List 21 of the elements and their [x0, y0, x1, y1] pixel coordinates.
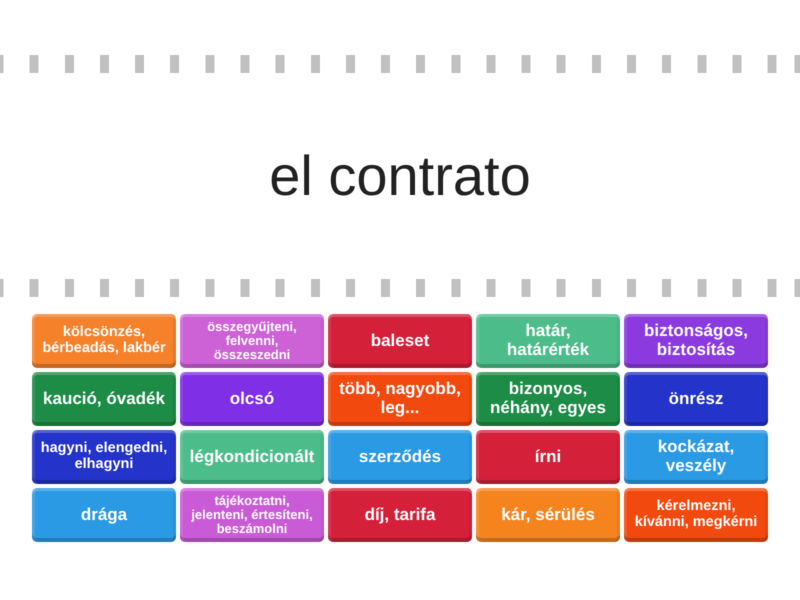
answer-button[interactable]: több, nagyobb, leg... — [328, 372, 472, 426]
answer-button[interactable]: összegyűjteni, felvenni, összeszedni — [180, 314, 324, 368]
answer-button[interactable]: kár, sérülés — [476, 488, 620, 542]
answer-button[interactable]: biztonságos, biztosítás — [624, 314, 768, 368]
question-text: el contrato — [269, 143, 531, 210]
answer-button[interactable]: tájékoztatni, jelenteni, értesíteni, beszámolni — [180, 488, 324, 542]
answer-button[interactable]: drága — [32, 488, 176, 542]
answer-button[interactable]: kölcsönzés, bérbeadás, lakbér — [32, 314, 176, 368]
answer-button[interactable]: díj, tarifa — [328, 488, 472, 542]
answer-button[interactable]: kaució, óvadék — [32, 372, 176, 426]
answer-button[interactable]: hagyni, elengedni, elhagyni — [32, 430, 176, 484]
answer-button[interactable]: határ, határérték — [476, 314, 620, 368]
answer-button[interactable]: bizonyos, néhány, egyes — [476, 372, 620, 426]
answer-button[interactable]: baleset — [328, 314, 472, 368]
answer-button[interactable]: légkondicionált — [180, 430, 324, 484]
answer-button[interactable]: írni — [476, 430, 620, 484]
answer-button[interactable]: kérelmezni, kívánni, megkérni — [624, 488, 768, 542]
answer-button[interactable]: kockázat, veszély — [624, 430, 768, 484]
answer-button[interactable]: önrész — [624, 372, 768, 426]
answer-button[interactable]: szerződés — [328, 430, 472, 484]
answer-button[interactable]: olcsó — [180, 372, 324, 426]
